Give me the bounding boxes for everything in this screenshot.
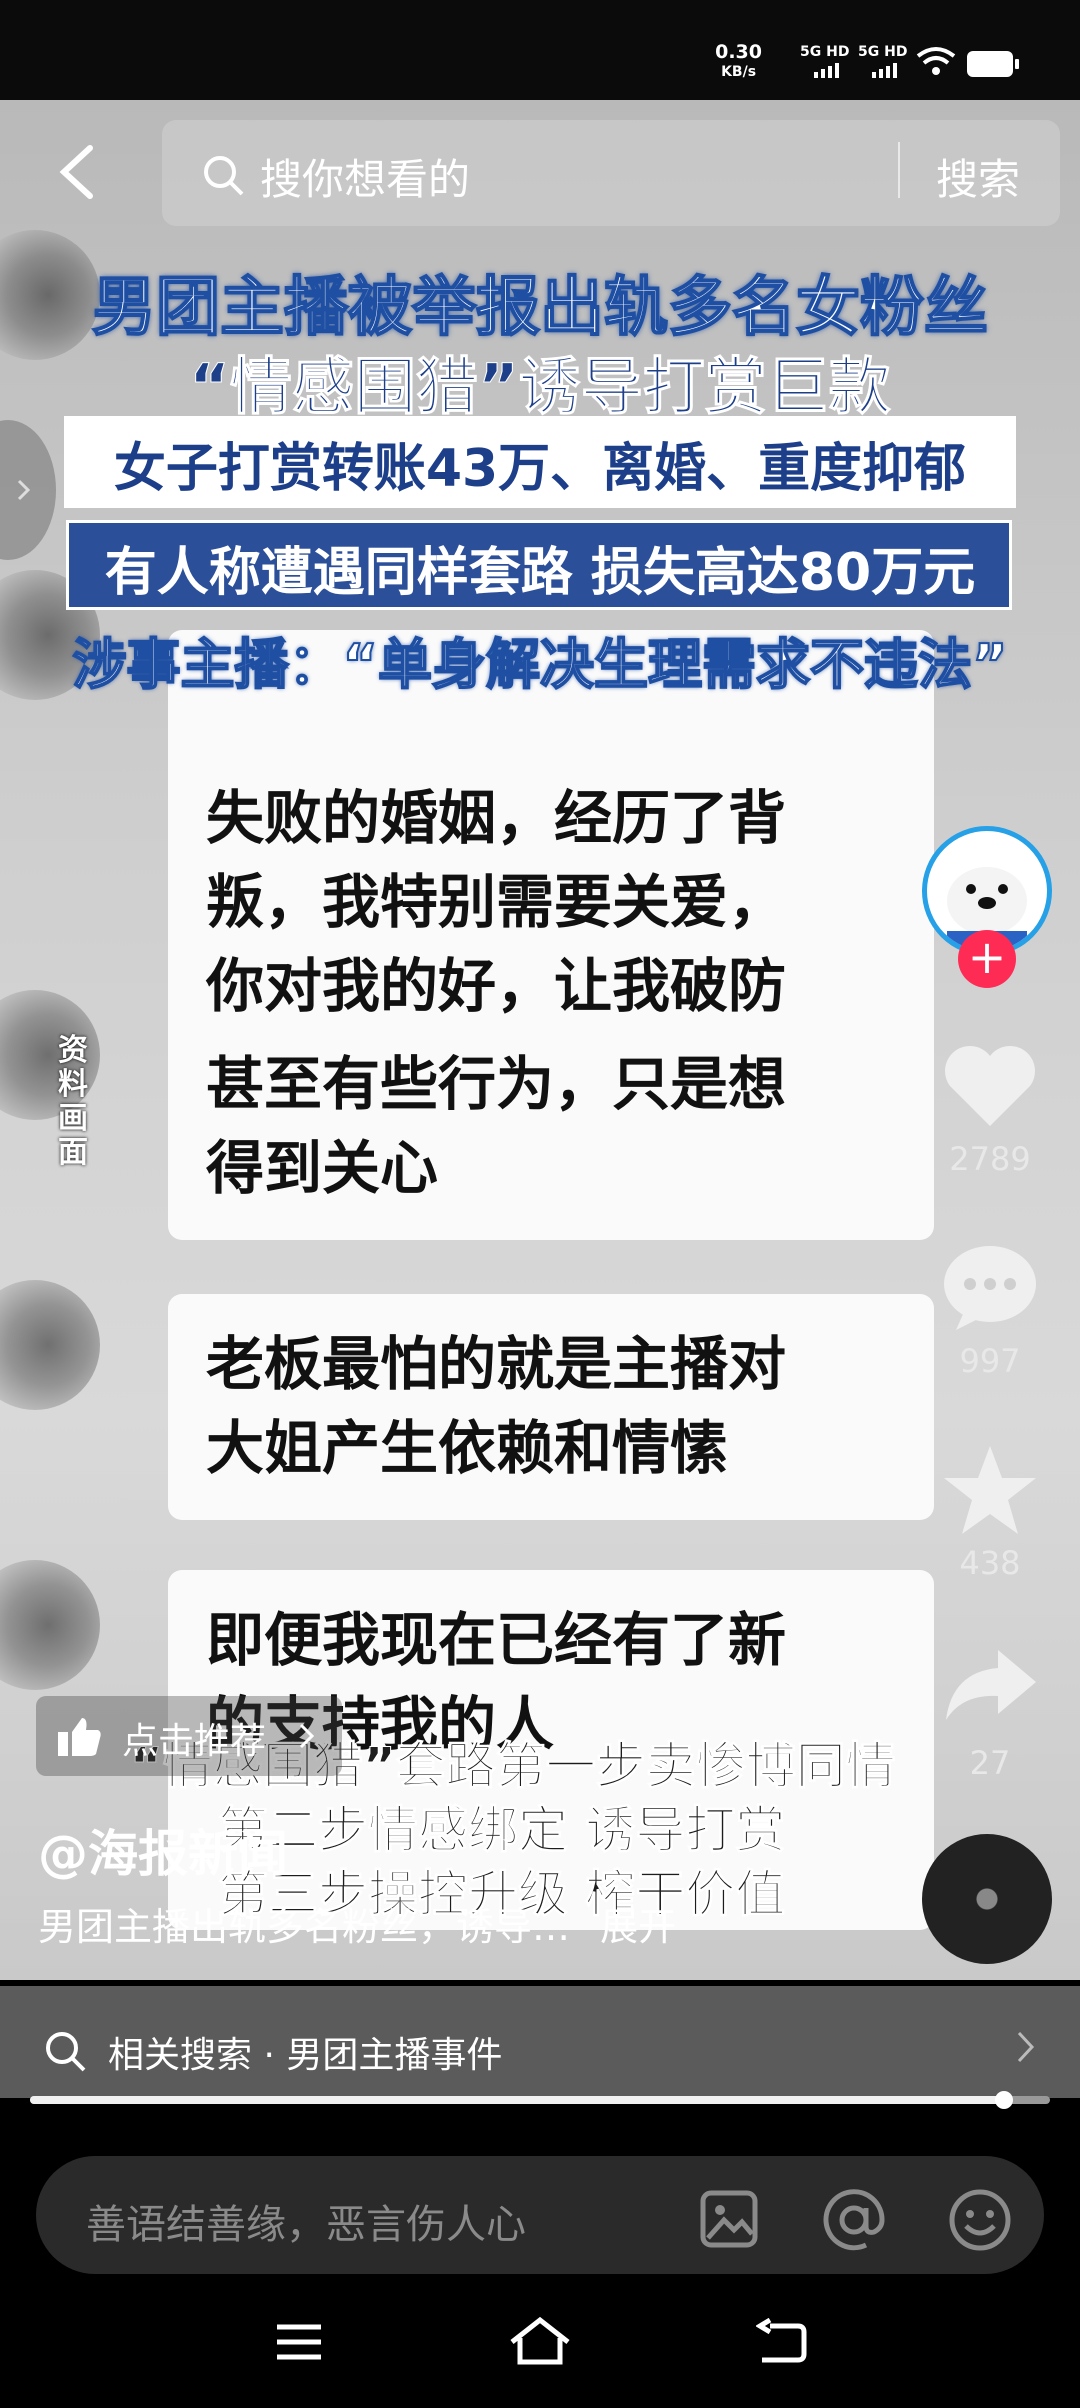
at-icon[interactable] [822, 2188, 886, 2252]
back-icon[interactable] [54, 142, 100, 202]
network-speed: 0.30 KB/s [715, 41, 762, 80]
headline-line-3: 女子打赏转账43万、离婚、重度抑郁 [113, 439, 967, 499]
description-text: 男团主播出轨多名粉丝，诱导… [38, 1905, 571, 1949]
related-search-label: 相关搜索 · 男团主播事件 [108, 2035, 503, 2076]
image-icon[interactable] [700, 2190, 758, 2248]
progress-fill [30, 2096, 1005, 2104]
wifi-icon [916, 47, 956, 75]
headline-subtitle: “情感围猎”诱导打赏巨款 [189, 350, 892, 424]
chat-bubble-line: 大姐产生依赖和情愫 [206, 1414, 729, 1482]
menu-icon[interactable] [274, 2322, 324, 2362]
chat-bubble-line: 叛，我特别需要关爱， [206, 868, 787, 936]
chat-bubble-line: 得到关心 [206, 1134, 439, 1202]
search-icon [204, 156, 244, 196]
video-description[interactable]: 男团主播出轨多名粉丝，诱导… 展开 [38, 1896, 676, 1951]
emoji-icon[interactable] [948, 2188, 1012, 2252]
chat-bubble: 甚至有些行为，只是想 得到关心 [168, 1014, 934, 1240]
search-icon [46, 2032, 86, 2072]
video-subtitle: 第二步情感绑定 诱导打赏 [217, 1801, 786, 1860]
recommend-label: 点击推荐 [122, 1721, 267, 1762]
archive-footage-label: 资料画面 [58, 1033, 88, 1170]
heart-icon[interactable] [940, 1040, 1040, 1130]
back-nav-icon[interactable] [756, 2318, 808, 2366]
chat-bubble-line: 即便我现在已经有了新 [206, 1606, 787, 1674]
chevron-right-icon [1017, 2031, 1035, 2063]
chat-avatar [0, 1560, 100, 1690]
sim2-signal: 5G HD [858, 44, 907, 78]
search-input[interactable]: 搜你想看的 [260, 146, 470, 207]
search-divider [898, 142, 900, 198]
headline-line-4: 有人称遭遇同样套路 损失高达80万元 [104, 543, 976, 603]
share-icon[interactable] [942, 1646, 1038, 1722]
search-button[interactable]: 搜索 [936, 146, 1020, 207]
like-count: 2789 [949, 1140, 1031, 1178]
comment-placeholder: 善语结善缘，恶言伤人心 [86, 2202, 526, 2248]
status-bar: 0.30 KB/s 5G HD 5G HD [0, 0, 1080, 100]
headline-line-5: 涉事主播：“单身解决生理需求不违法” [72, 632, 1009, 697]
star-icon[interactable] [940, 1442, 1040, 1538]
author-name[interactable]: @海报新闻 [38, 1814, 288, 1886]
chat-bubble-line: 老板最怕的就是主播对 [206, 1330, 787, 1398]
favorite-count: 438 [959, 1544, 1021, 1582]
share-count: 27 [969, 1744, 1011, 1782]
follow-button[interactable]: + [958, 930, 1016, 988]
music-disc[interactable] [922, 1834, 1052, 1964]
home-icon[interactable] [508, 2316, 572, 2366]
progress-handle[interactable] [995, 2091, 1014, 2109]
chevron-right-icon [299, 1723, 315, 1749]
thumbs-up-icon [58, 1718, 101, 1756]
chat-bubble-line: 甚至有些行为，只是想 [206, 1050, 787, 1118]
expand-link[interactable]: 展开 [600, 1905, 676, 1949]
sim1-signal: 5G HD [800, 44, 849, 78]
chat-avatar [0, 1280, 100, 1410]
chat-bubble-line: 失败的婚姻，经历了背 [206, 784, 787, 852]
battery-icon [967, 51, 1019, 77]
headline-title: 男团主播被举报出轨多名女粉丝 [91, 270, 989, 346]
comment-icon[interactable] [940, 1242, 1040, 1332]
comment-count: 997 [959, 1342, 1021, 1380]
chat-bubble: 老板最怕的就是主播对 大姐产生依赖和情愫 [168, 1294, 934, 1520]
